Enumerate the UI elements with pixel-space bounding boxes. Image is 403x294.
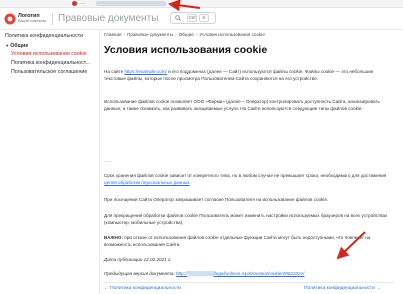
paragraph-usage: Использование файлов cookie позволяет ОО… (104, 99, 380, 112)
chevron-down-icon: ▾ (6, 43, 9, 48)
url-prefix: … (80, 0, 85, 6)
url-redacted (96, 1, 166, 6)
data-purposes-link[interactable]: целей обработки персональных данных (104, 180, 189, 185)
breadcrumb: Главная › Правовые документы › Общие › Условия… (104, 32, 265, 37)
sidebar-item-privacy[interactable]: Политика конфиденциальност... (11, 60, 90, 67)
main-content: Главная › Правовые документы › Общие › Условия… (104, 30, 398, 294)
kbd-ctrl: Ctrl (187, 14, 197, 22)
kbd-k: K (199, 14, 209, 22)
paragraph-settings: Для прекращения обработки файлов cookie … (104, 213, 388, 226)
footer-prev-link[interactable]: ← Политика конфиденциальности (104, 286, 181, 291)
breadcrumb-general[interactable]: Общие (179, 32, 194, 37)
sidebar-item-privacy-policy[interactable]: Политика конфиденциальности (5, 33, 83, 40)
sidebar-item-user-agreement[interactable]: Пользовательское соглашение (11, 69, 87, 76)
paragraph-intro: На сайте https://example.com/ и его подд… (104, 69, 374, 82)
section-title[interactable]: Правовые документы (58, 13, 158, 24)
breadcrumb-current: Условия использования cookie (199, 32, 265, 37)
paragraph-important: ВАЖНО: при отказе от использования файло… (104, 235, 371, 248)
header-divider (52, 13, 53, 25)
sidebar-group-label: Общие (10, 43, 29, 49)
address-bar[interactable]: … (0, 0, 403, 8)
sidebar: Политика конфиденциальности ▾ Общие Услов… (0, 30, 100, 294)
paragraph-consent: При посещении Сайта Оператор запрашивает… (104, 197, 329, 202)
logo-icon[interactable] (4, 13, 16, 25)
site-link[interactable]: https://example.com/ (124, 69, 166, 74)
site-header: Логотип Вашей компании Правовые документ… (0, 8, 403, 30)
previous-version-link[interactable]: http:///legal/uslovia-ispolzovania/cooki… (176, 271, 304, 277)
sidebar-item-cookie-terms[interactable]: Условия использования cookie (11, 51, 87, 58)
footer-divider (104, 282, 394, 283)
security-icon (72, 1, 77, 6)
sidebar-group-general[interactable]: ▾ Общие (6, 42, 28, 50)
footer-next-link[interactable]: Политика конфиденциальности → (304, 286, 381, 291)
previous-version: Предыдущая версия документа: http:///leg… (104, 271, 305, 277)
search-icon (175, 15, 181, 21)
paragraph-retention: Срок хранения файлов cookie зависит от к… (104, 173, 387, 186)
publication-date: Дата публикации 12.02.2021 г. (104, 257, 172, 262)
search-button[interactable]: Ctrl K (170, 12, 216, 24)
ellipsis: ….. (104, 158, 112, 164)
logo-subtitle: Вашей компании (18, 19, 47, 23)
breadcrumb-legal[interactable]: Правовые документы (127, 32, 173, 37)
page-title: Условия использования cookie (104, 44, 268, 56)
breadcrumb-home[interactable]: Главная (104, 32, 121, 37)
